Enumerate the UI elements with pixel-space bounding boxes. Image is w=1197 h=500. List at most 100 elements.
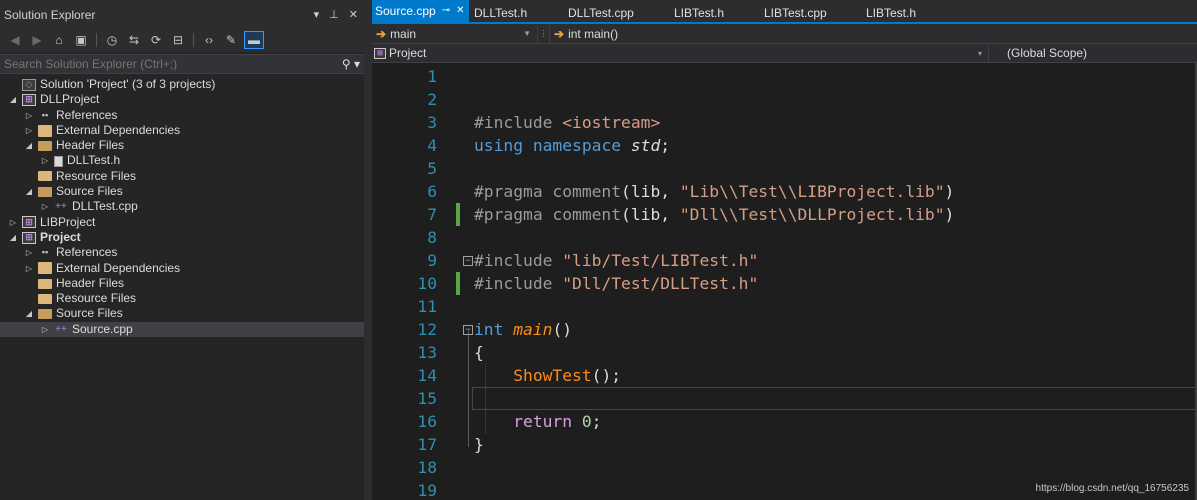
tree-item-label: Solution 'Project' (3 of 3 projects) (40, 77, 216, 91)
close-icon[interactable]: ✕ (349, 0, 358, 30)
tab-libtest-h[interactable]: LIBTest.h (861, 0, 941, 22)
external-dependencies-icon (38, 262, 52, 275)
tab-dlltest-h[interactable]: DLLTest.h (469, 0, 563, 22)
splitter-arrows-icon[interactable]: ⋮ (538, 24, 550, 43)
code-token: "Lib\\Test\\LIBProject.lib" (679, 182, 945, 201)
pending-changes-filter-icon[interactable]: ◷ (103, 31, 121, 49)
toolbar-separator (96, 33, 97, 47)
references-icon: ▪▪ (41, 109, 49, 120)
code-line: 16 return 0; (372, 410, 1197, 433)
tree-item[interactable]: ◇ Solution 'Project' (3 of 3 projects) (0, 77, 364, 92)
tree-item-label: DLLTest.cpp (72, 199, 138, 214)
function-scope-value: main (390, 26, 417, 41)
collapse-all-icon[interactable]: ⊟ (169, 31, 187, 49)
line-source: using namespace std; (474, 136, 670, 155)
tab-libtest-cpp[interactable]: LIBTest.cpp (759, 0, 861, 22)
tree-item[interactable]: Resource Files (0, 291, 364, 306)
scope-bar: ⊞ Project ▾ (Global Scope) (372, 44, 1197, 63)
collapsed-arrow-icon[interactable]: ▷ (40, 322, 50, 337)
code-token: { (474, 343, 484, 362)
close-tab-icon[interactable]: ✕ (456, 0, 464, 24)
collapsed-arrow-icon[interactable]: ▷ (40, 199, 50, 214)
code-token: #include (474, 113, 563, 132)
tab-label: LIBTest.h (674, 6, 725, 20)
view-code-icon[interactable]: ‹› (200, 31, 218, 49)
folder-icon (38, 293, 52, 304)
expanded-arrow-icon[interactable]: ◢ (8, 230, 18, 245)
tree-item-label: Source Files (56, 306, 123, 321)
solution-explorer-title: Solution Explorer (4, 8, 96, 22)
switch-views-icon[interactable]: ▣ (72, 31, 90, 49)
code-token: #include (474, 274, 563, 293)
solution-explorer-toolbar: ◀ ▶ ⌂ ▣ ◷ ⇆ ⟳ ⊟ ‹› ✎ ▬ (0, 28, 364, 52)
search-solution-explorer-input[interactable] (0, 57, 338, 71)
code-token: #pragma comment (474, 182, 622, 201)
tree-item[interactable]: ▷ ▪▪ References (0, 108, 364, 123)
tree-item[interactable]: ▷ DLLTest.h (0, 153, 364, 168)
line-number: 7 (427, 205, 437, 224)
code-line: 7 #pragma comment(lib, "Dll\\Test\\DLLPro… (372, 203, 1197, 226)
back-icon[interactable]: ◀ (6, 31, 24, 49)
tree-item[interactable]: Resource Files (0, 169, 364, 184)
collapse-outline-icon[interactable]: − (463, 255, 473, 266)
collapsed-arrow-icon[interactable]: ▷ (24, 245, 34, 260)
forward-icon[interactable]: ▶ (28, 31, 46, 49)
tree-item[interactable]: ◢ Header Files (0, 138, 364, 153)
properties-wrench-icon[interactable]: ✎ (222, 31, 240, 49)
code-line: 10 #include "Dll/Test/DLLTest.h" (372, 272, 1197, 295)
refresh-icon[interactable]: ⟳ (147, 31, 165, 49)
code-line: 18 (372, 456, 1197, 479)
tree-item[interactable]: ▷ ++ Source.cpp (0, 321, 364, 338)
panel-splitter[interactable] (364, 0, 372, 500)
expanded-arrow-icon[interactable]: ◢ (24, 138, 34, 153)
cpp-file-icon: ++ (55, 201, 67, 213)
window-position-dropdown-icon[interactable]: ▾ (314, 0, 320, 30)
tree-item[interactable]: ◢ Source Files (0, 306, 364, 321)
code-token: #include (474, 251, 563, 270)
expanded-arrow-icon[interactable]: ◢ (24, 306, 34, 321)
preview-selected-items-icon[interactable]: ▬ (244, 31, 264, 49)
collapsed-arrow-icon[interactable]: ▷ (40, 153, 50, 168)
collapse-outline-icon[interactable]: − (463, 324, 473, 335)
member-dropdown[interactable]: ➔ int main() (550, 25, 618, 43)
folder-open-icon (38, 186, 52, 197)
tab-libtest-h[interactable]: LIBTest.h (669, 0, 759, 22)
line-source: #pragma comment(lib, "Dll\\Test\\DLLProj… (474, 205, 954, 224)
code-area[interactable]: 1 2 3 #include <iostream> 4 using namespace s… (372, 63, 1197, 500)
tree-item[interactable]: ▷ External Dependencies (0, 123, 364, 138)
collapsed-arrow-icon[interactable]: ▷ (8, 215, 18, 230)
pin-tab-icon[interactable]: ⊸ (442, 0, 450, 24)
code-line: 17} (372, 433, 1197, 456)
function-scope-dropdown[interactable]: ➔ main ▼ (372, 24, 538, 43)
tree-item[interactable]: ▷ ⊞ LIBProject (0, 215, 364, 230)
code-editor: Source.cpp ⊸ ✕ DLLTest.h DLLTest.cpp LIBTest.… (372, 0, 1197, 500)
member-value: int main() (568, 26, 619, 41)
tree-item[interactable]: ▷ ++ DLLTest.cpp (0, 199, 364, 214)
search-icon[interactable]: ⚲ ▾ (338, 57, 364, 71)
tab-dlltest-cpp[interactable]: DLLTest.cpp (563, 0, 669, 22)
tree-item[interactable]: ◢ ⊞ DLLProject (0, 92, 364, 107)
tab-source-cpp[interactable]: Source.cpp ⊸ ✕ (372, 0, 469, 22)
pin-icon[interactable]: ⊥ (329, 0, 339, 30)
tree-item[interactable]: Header Files (0, 276, 364, 291)
collapsed-arrow-icon[interactable]: ▷ (24, 108, 34, 123)
expanded-arrow-icon[interactable]: ◢ (24, 184, 34, 199)
line-number: 15 (417, 389, 437, 408)
tree-item[interactable]: ▷ External Dependencies (0, 261, 364, 276)
collapsed-arrow-icon[interactable]: ▷ (24, 123, 34, 138)
tree-item[interactable]: ▷ ▪▪ References (0, 245, 364, 260)
code-line: 11 (372, 295, 1197, 318)
expanded-arrow-icon[interactable]: ◢ (8, 92, 18, 107)
line-source: return 0; (474, 412, 601, 431)
tree-item[interactable]: ◢ ⊞ Project (0, 230, 364, 245)
cpp-project-icon: ⊞ (22, 231, 36, 244)
code-line: 9 − #include "lib/Test/LIBTest.h" (372, 249, 1197, 272)
home-icon[interactable]: ⌂ (50, 31, 68, 49)
project-dropdown[interactable]: ⊞ Project ▾ (372, 44, 989, 62)
sync-with-active-document-icon[interactable]: ⇆ (125, 31, 143, 49)
global-scope-dropdown[interactable]: (Global Scope) (989, 44, 1197, 62)
collapsed-arrow-icon[interactable]: ▷ (24, 261, 34, 276)
tree-item[interactable]: ◢ Source Files (0, 184, 364, 199)
tree-item-label: References (56, 245, 118, 260)
